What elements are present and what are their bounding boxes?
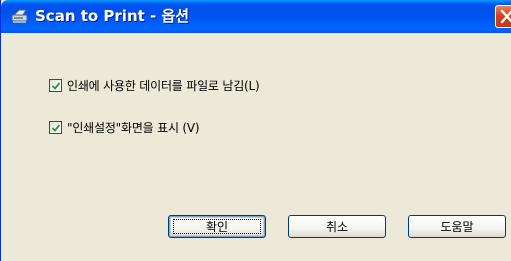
show-print-settings-label[interactable]: "인쇄설정"화면을 표시 (V) (67, 119, 200, 136)
cancel-button[interactable]: 취소 (288, 215, 386, 238)
checkmark-icon (51, 123, 61, 132)
save-data-option[interactable]: 인쇄에 사용한 데이터를 파일로 남김(L) (49, 77, 260, 93)
help-button-label: 도움말 (440, 220, 474, 234)
save-data-checkbox[interactable] (49, 78, 62, 92)
close-button[interactable] (495, 5, 511, 28)
window-title: Scan to Print - 옵션 (35, 7, 190, 25)
help-button[interactable]: 도움말 (408, 215, 506, 238)
show-print-settings-checkbox[interactable] (49, 120, 62, 134)
show-print-settings-option[interactable]: "인쇄설정"화면을 표시 (V) (49, 119, 200, 136)
focus-rectangle (173, 219, 261, 234)
checkmark-icon (51, 81, 61, 90)
scanner-app-icon (11, 9, 28, 24)
dialog-content: 인쇄에 사용한 데이터를 파일로 남김(L) "인쇄설정"화면을 표시 (V) … (1, 33, 511, 261)
cancel-button-label: 취소 (325, 220, 349, 234)
title-bar[interactable]: Scan to Print - 옵션 (1, 0, 511, 33)
save-data-label[interactable]: 인쇄에 사용한 데이터를 파일로 남김(L) (67, 77, 260, 94)
options-dialog: Scan to Print - 옵션 인쇄에 사용한 데이터를 파일로 남김(L… (0, 0, 511, 261)
ok-button[interactable]: 확인 (168, 215, 266, 238)
